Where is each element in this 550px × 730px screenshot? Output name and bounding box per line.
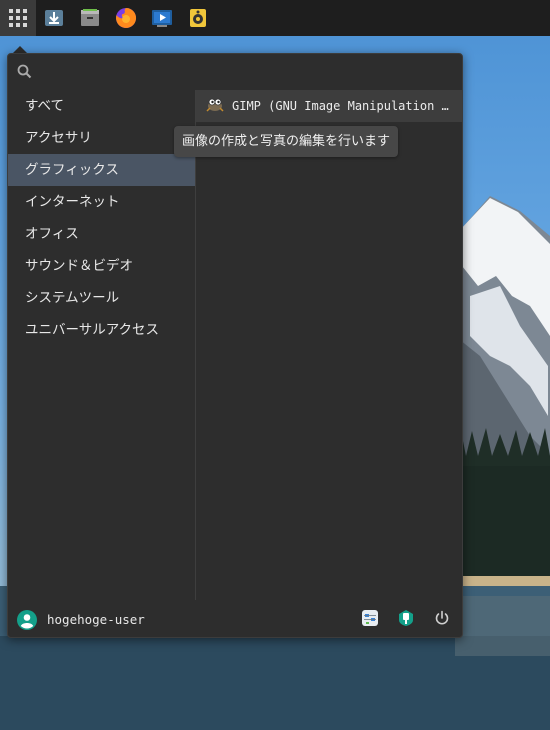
apps-grid-icon <box>8 8 28 28</box>
software-center-icon <box>397 609 415 631</box>
application-list: GIMP (GNU Image Manipulation … <box>196 90 462 600</box>
app-tooltip: 画像の作成と写真の編集を行います <box>174 126 399 157</box>
app-item-gimp[interactable]: GIMP (GNU Image Manipulation … <box>196 90 462 122</box>
app-menu-button[interactable] <box>0 0 36 36</box>
username-label: hogehoge-user <box>47 612 145 627</box>
category-universal-access[interactable]: ユニバーサルアクセス <box>8 314 195 346</box>
power-icon <box>434 610 450 630</box>
user-avatar-icon[interactable] <box>17 609 37 630</box>
app-item-label: GIMP (GNU Image Manipulation … <box>232 99 449 113</box>
category-sound-video[interactable]: サウンド＆ビデオ <box>8 250 195 282</box>
power-button[interactable] <box>432 610 452 630</box>
category-list: すべて アクセサリ グラフィックス インターネット オフィス サウンド＆ビデオ … <box>8 90 196 600</box>
category-system-tools[interactable]: システムツール <box>8 282 195 314</box>
system-settings-icon <box>361 609 379 631</box>
gimp-icon <box>206 96 224 116</box>
downloader-icon <box>44 8 64 28</box>
firefox-icon <box>115 7 137 29</box>
search-bar <box>8 54 462 88</box>
footer-actions <box>344 610 452 630</box>
downloader-launcher[interactable] <box>36 0 72 36</box>
archive-launcher[interactable] <box>72 0 108 36</box>
search-input[interactable] <box>38 60 452 84</box>
archive-manager-icon <box>80 8 100 28</box>
screen-recorder-launcher[interactable] <box>144 0 180 36</box>
category-all[interactable]: すべて <box>8 90 195 122</box>
software-center-button[interactable] <box>396 610 416 630</box>
rhythmbox-icon <box>188 8 208 28</box>
category-office[interactable]: オフィス <box>8 218 195 250</box>
search-icon <box>17 64 32 83</box>
menu-footer: hogehoge-user <box>8 602 462 637</box>
category-accessories[interactable]: アクセサリ <box>8 122 195 154</box>
rhythmbox-launcher[interactable] <box>180 0 216 36</box>
firefox-launcher[interactable] <box>108 0 144 36</box>
category-internet[interactable]: インターネット <box>8 186 195 218</box>
top-panel <box>0 0 550 36</box>
system-settings-button[interactable] <box>360 610 380 630</box>
category-graphics[interactable]: グラフィックス <box>8 154 195 186</box>
screen-recorder-icon <box>151 8 173 28</box>
